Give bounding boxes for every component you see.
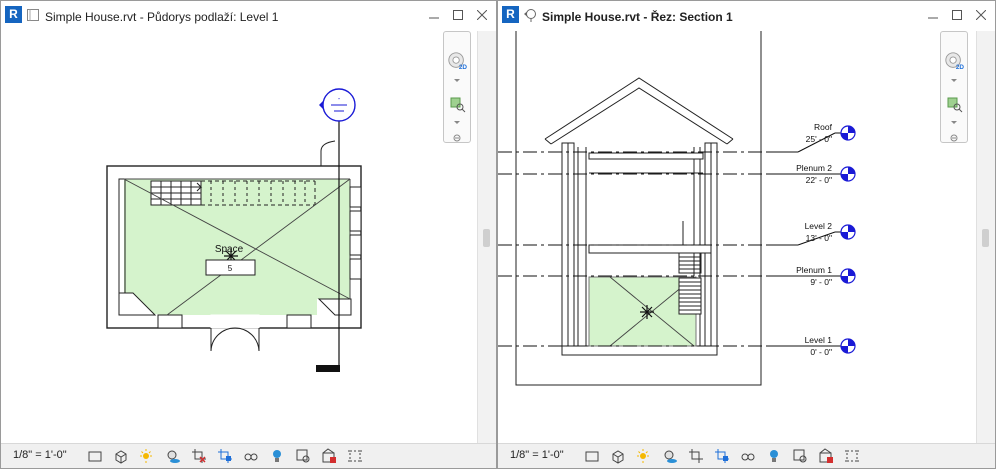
revit-logo-icon: R	[502, 6, 519, 23]
level-elevation: 9' - 0"	[810, 277, 832, 287]
space-number-label: 5	[228, 264, 233, 273]
detail-level-icon[interactable]	[87, 448, 103, 464]
revit-logo-icon: R	[5, 6, 22, 23]
temporary-view-properties-icon[interactable]	[295, 448, 311, 464]
chevron-down-icon[interactable]	[447, 120, 467, 126]
close-icon	[976, 10, 986, 20]
svg-text:2D: 2D	[459, 64, 467, 71]
temporary-view-properties-icon[interactable]	[792, 448, 808, 464]
vertical-scrollbar[interactable]	[976, 31, 995, 444]
temporary-hide-icon[interactable]	[243, 448, 259, 464]
svg-text:2D: 2D	[956, 64, 964, 71]
level-name: Level 2	[805, 221, 833, 231]
close-button[interactable]	[470, 6, 494, 24]
show-crop-region-icon[interactable]	[714, 448, 730, 464]
section-window: R Simple House.rvt - Řez: Section 1 Roof…	[497, 0, 996, 469]
minimize-button[interactable]	[921, 6, 945, 24]
reveal-hidden-icon[interactable]	[269, 448, 285, 464]
view-control-bar: 1/8" = 1'-0"	[1, 443, 496, 468]
level-plenum-2[interactable]: Plenum 2 22' - 0"	[498, 163, 856, 185]
minimize-button[interactable]	[422, 6, 446, 24]
maximize-icon	[952, 10, 962, 20]
level-name: Roof	[814, 122, 833, 132]
space-name-label: Space	[215, 244, 244, 255]
floor-plan-drawing: Space 5 -	[106, 88, 362, 372]
level-elevation: 13' - 0"	[806, 233, 832, 243]
view-scale[interactable]: 1/8" = 1'-0"	[510, 449, 564, 461]
minimize-icon	[928, 17, 938, 19]
level-elevation: 0' - 0"	[810, 347, 832, 357]
level-name: Level 1	[805, 335, 833, 345]
chevron-down-icon[interactable]	[944, 120, 964, 126]
chevron-down-icon[interactable]	[944, 78, 964, 84]
navbar-collapse-icon[interactable]	[944, 134, 964, 142]
visual-style-icon[interactable]	[113, 448, 129, 464]
chevron-down-icon[interactable]	[447, 78, 467, 84]
navigation-bar: 2D	[940, 31, 968, 143]
level-elevation: 25' - 0"	[806, 134, 832, 144]
analytical-model-icon[interactable]	[818, 448, 834, 464]
roof	[544, 77, 734, 145]
crop-view-icon[interactable]	[688, 448, 704, 464]
window-title: Simple House.rvt - Řez: Section 1	[542, 10, 733, 24]
level-elevation: 22' - 0"	[806, 175, 832, 185]
drawing-canvas[interactable]: Roof 25' - 0" Plenum 2 22' - 0" Level 2 …	[498, 31, 977, 444]
stairs-section	[678, 252, 702, 315]
reveal-constraints-icon[interactable]	[844, 448, 860, 464]
minimize-icon	[429, 17, 439, 19]
steering-wheel-icon[interactable]: 2D	[447, 50, 467, 72]
analytical-model-icon[interactable]	[321, 448, 337, 464]
view-scale[interactable]: 1/8" = 1'-0"	[13, 449, 67, 461]
window-title: Simple House.rvt - Půdorys podlaží: Leve…	[45, 10, 279, 24]
sun-path-icon[interactable]	[139, 448, 155, 464]
section-drawing: Roof 25' - 0" Plenum 2 22' - 0" Level 2 …	[498, 31, 856, 386]
shadows-icon[interactable]	[165, 448, 181, 464]
close-icon	[477, 10, 487, 20]
level-roof[interactable]: Roof 25' - 0"	[498, 122, 856, 153]
maximize-button[interactable]	[945, 6, 969, 24]
vertical-scrollbar[interactable]	[477, 31, 496, 444]
space-reference-cross	[640, 305, 654, 319]
zoom-region-icon[interactable]	[944, 96, 964, 114]
sun-path-icon[interactable]	[636, 448, 652, 464]
close-button[interactable]	[969, 6, 993, 24]
scroll-thumb[interactable]	[982, 229, 989, 247]
maximize-icon	[453, 10, 463, 20]
section-icon	[524, 9, 536, 22]
scroll-thumb[interactable]	[483, 229, 490, 247]
reveal-hidden-icon[interactable]	[766, 448, 782, 464]
reveal-constraints-icon[interactable]	[347, 448, 363, 464]
level-name: Plenum 1	[796, 265, 832, 275]
title-bar[interactable]: R Simple House.rvt - Půdorys podlaží: Le…	[1, 1, 496, 31]
crop-view-icon[interactable]	[191, 448, 207, 464]
floor-plan-icon	[27, 9, 39, 21]
shadows-icon[interactable]	[662, 448, 678, 464]
navigation-bar: 2D	[443, 31, 471, 143]
view-control-bar: 1/8" = 1'-0"	[498, 443, 995, 468]
temporary-hide-icon[interactable]	[740, 448, 756, 464]
steering-wheel-icon[interactable]: 2D	[944, 50, 964, 72]
title-bar[interactable]: R Simple House.rvt - Řez: Section 1	[498, 1, 995, 31]
visual-style-icon[interactable]	[610, 448, 626, 464]
level-name: Plenum 2	[796, 163, 832, 173]
navbar-collapse-icon[interactable]	[447, 134, 467, 142]
maximize-button[interactable]	[446, 6, 470, 24]
show-crop-region-icon[interactable]	[217, 448, 233, 464]
detail-level-icon[interactable]	[584, 448, 600, 464]
floor-plan-window: R Simple House.rvt - Půdorys podlaží: Le…	[0, 0, 497, 469]
level-level-2[interactable]: Level 2 13' - 0"	[498, 221, 856, 246]
drawing-canvas[interactable]: Space 5 - 2D	[1, 31, 478, 444]
zoom-region-icon[interactable]	[447, 96, 467, 114]
